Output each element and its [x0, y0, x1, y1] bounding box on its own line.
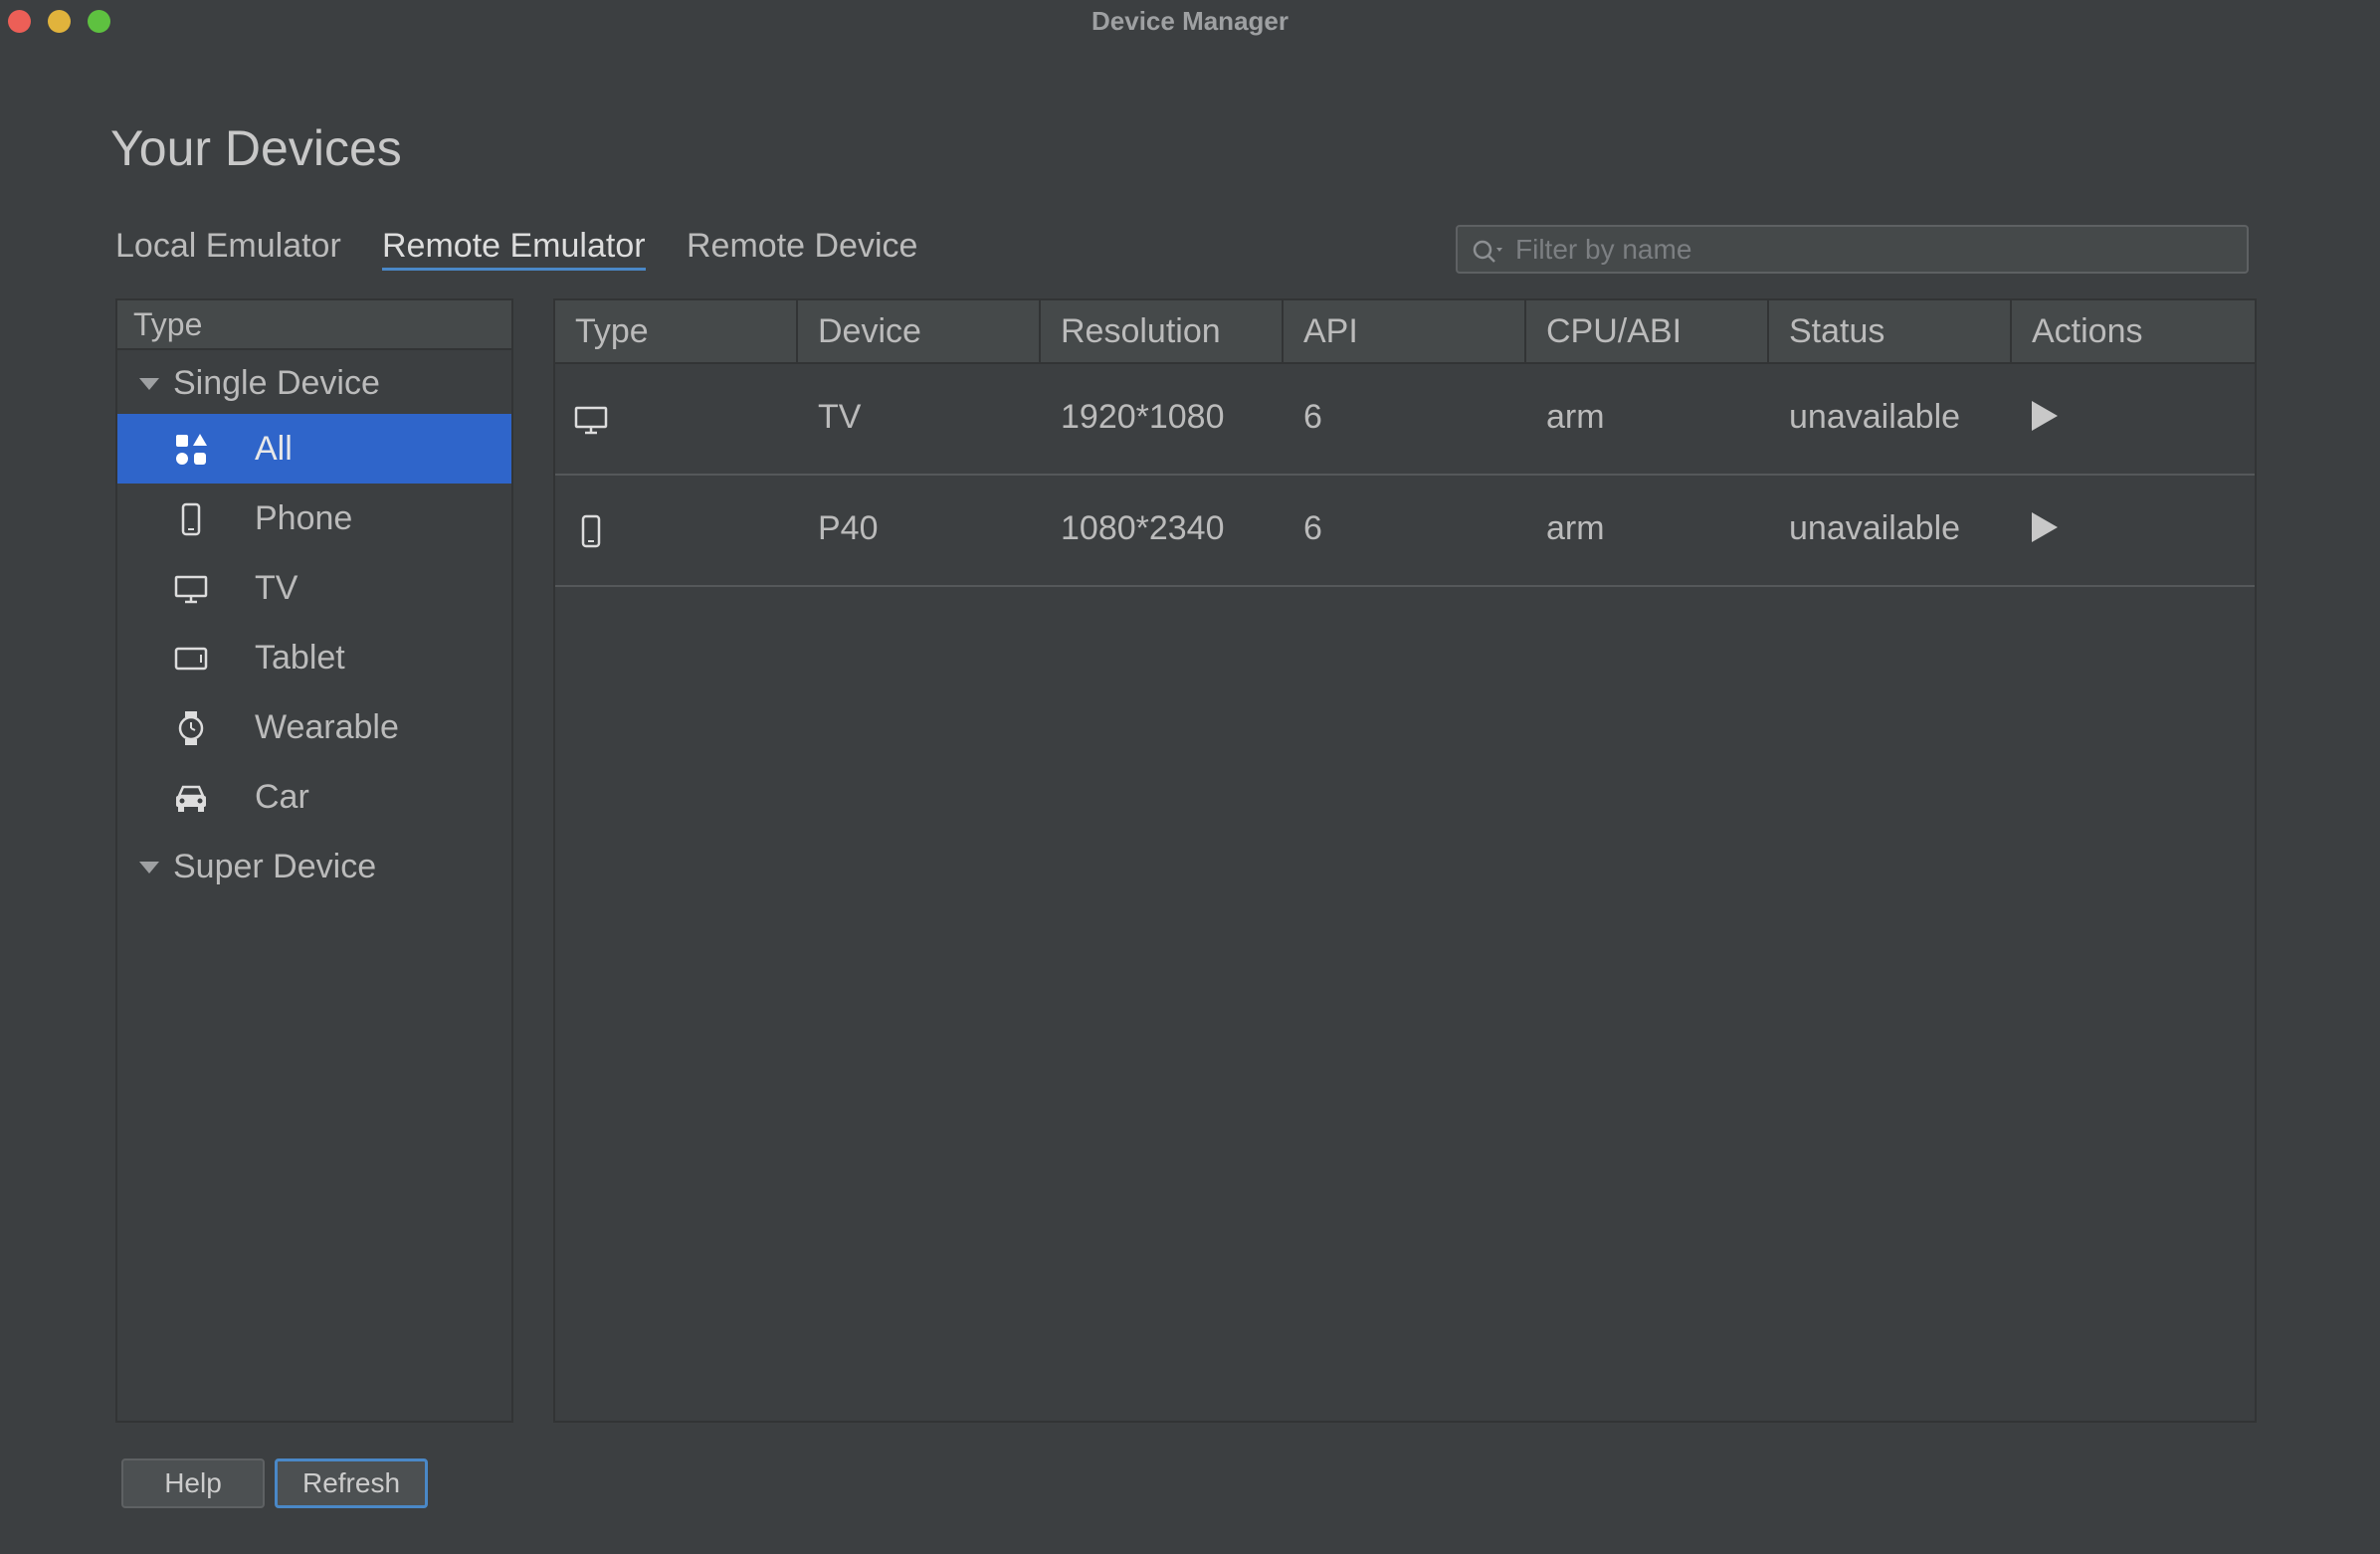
sidebar-item-label: Wearable	[255, 708, 399, 746]
group-label: Single Device	[173, 364, 380, 402]
play-icon[interactable]	[2028, 398, 2060, 434]
cell-status: unavailable	[1789, 509, 1961, 547]
sidebar-item-car[interactable]: Car	[117, 762, 511, 832]
play-icon[interactable]	[2028, 509, 2060, 545]
table-header: Type Device Resolution API CPU/ABI Statu…	[555, 300, 2255, 364]
cell-api: 6	[1303, 398, 1322, 436]
watch-icon	[178, 711, 204, 745]
table-row[interactable]: TV 1920*1080 6 arm unavailable	[555, 364, 2255, 476]
sidebar-item-all[interactable]: All	[117, 414, 511, 484]
page-title: Your Devices	[110, 120, 402, 176]
sidebar-item-label: All	[255, 430, 293, 468]
tv-icon	[574, 406, 608, 435]
cell-cpu-abi: arm	[1546, 398, 1605, 436]
cell-device: P40	[818, 509, 879, 547]
column-header-resolution[interactable]: Resolution	[1041, 300, 1284, 362]
tab-remote-emulator[interactable]: Remote Emulator	[382, 227, 646, 271]
column-header-type[interactable]: Type	[555, 300, 798, 362]
cell-api: 6	[1303, 509, 1322, 547]
sidebar-item-tablet[interactable]: Tablet	[117, 623, 511, 692]
group-single-device[interactable]: Single Device	[117, 352, 511, 414]
phone-icon	[181, 502, 201, 536]
help-button[interactable]: Help	[121, 1458, 265, 1508]
tv-icon	[174, 575, 208, 604]
sidebar-item-label: TV	[255, 569, 298, 607]
column-header-device[interactable]: Device	[798, 300, 1041, 362]
phone-icon	[581, 514, 601, 548]
filter-box	[1456, 225, 2249, 274]
sidebar-item-label: Phone	[255, 499, 353, 537]
tab-local-emulator[interactable]: Local Emulator	[115, 227, 341, 266]
column-header-cpu-abi[interactable]: CPU/ABI	[1526, 300, 1769, 362]
tab-remote-device[interactable]: Remote Device	[687, 227, 917, 266]
group-label: Super Device	[173, 848, 377, 885]
sidebar-header: Type	[117, 300, 511, 350]
cell-resolution: 1080*2340	[1061, 509, 1225, 547]
expand-triangle-icon	[139, 862, 159, 874]
cell-cpu-abi: arm	[1546, 509, 1605, 547]
sidebar-item-wearable[interactable]: Wearable	[117, 692, 511, 762]
column-header-api[interactable]: API	[1284, 300, 1526, 362]
device-table: Type Device Resolution API CPU/ABI Statu…	[553, 298, 2257, 1423]
car-icon	[176, 785, 206, 812]
group-super-device[interactable]: Super Device	[117, 836, 511, 897]
table-row[interactable]: P40 1080*2340 6 arm unavailable	[555, 476, 2255, 587]
sidebar-item-label: Car	[255, 778, 309, 816]
expand-triangle-icon	[139, 378, 159, 390]
sidebar-item-tv[interactable]: TV	[117, 553, 511, 623]
filter-input[interactable]	[1515, 231, 2232, 269]
window-title: Device Manager	[1091, 6, 1289, 36]
sidebar-item-label: Tablet	[255, 639, 345, 677]
all-icon	[176, 434, 207, 465]
refresh-button[interactable]: Refresh	[275, 1458, 428, 1508]
tablet-icon	[174, 647, 208, 671]
sidebar-item-phone[interactable]: Phone	[117, 484, 511, 553]
column-header-actions[interactable]: Actions	[2012, 300, 2255, 362]
search-icon	[1473, 240, 1502, 263]
column-header-status[interactable]: Status	[1769, 300, 2012, 362]
cell-status: unavailable	[1789, 398, 1961, 436]
title-bar: Device Manager	[0, 0, 2380, 44]
device-type-sidebar: Type Single Device All Phone TV Tablet W…	[115, 298, 513, 1423]
cell-resolution: 1920*1080	[1061, 398, 1225, 436]
cell-device: TV	[818, 398, 862, 436]
